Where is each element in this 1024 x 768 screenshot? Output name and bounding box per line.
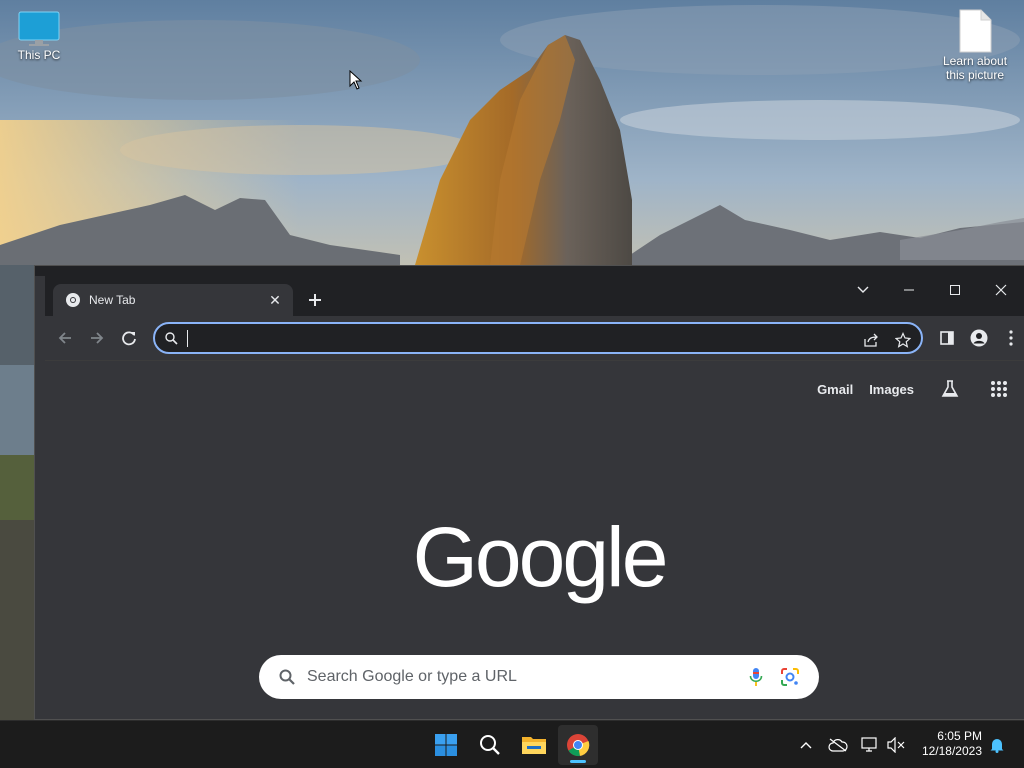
close-tab-icon[interactable]: ✕ <box>267 292 283 309</box>
network-tray-button[interactable] <box>858 733 882 757</box>
tab-strip: New Tab ✕ <box>45 276 1024 316</box>
start-button[interactable] <box>426 725 466 765</box>
maximize-button[interactable] <box>932 276 978 304</box>
google-logo: Google <box>412 510 669 604</box>
chrome-icon <box>567 734 590 757</box>
side-panel-button[interactable] <box>933 324 961 352</box>
back-button[interactable] <box>51 324 79 352</box>
google-lens-icon <box>781 668 799 686</box>
address-input[interactable] <box>187 326 827 350</box>
bell-icon <box>990 739 1004 753</box>
close-icon <box>995 284 1007 296</box>
chrome-window: New Tab ✕ Gmail Images Google Search Goo… <box>34 265 1024 720</box>
document-icon <box>959 9 992 53</box>
images-link[interactable]: Images <box>869 382 914 397</box>
volume-muted-icon <box>887 737 905 753</box>
share-icon <box>864 333 878 347</box>
maximize-icon <box>950 285 960 295</box>
lens-search-button[interactable] <box>781 668 799 686</box>
reload-icon <box>122 331 136 346</box>
chrome-icon <box>66 293 80 307</box>
chrome-taskbar-button[interactable] <box>558 725 598 765</box>
ntp-search-box[interactable]: Search Google or type a URL <box>259 655 819 699</box>
profile-button[interactable] <box>965 324 993 352</box>
notifications-button[interactable] <box>985 733 1009 757</box>
arrow-right-icon <box>91 332 104 344</box>
plus-icon <box>309 294 321 306</box>
clock-date: 12/18/2023 <box>921 744 982 758</box>
clock-time: 6:05 PM <box>937 729 982 743</box>
search-placeholder: Search Google or type a URL <box>307 668 517 685</box>
arrow-left-icon <box>58 332 71 344</box>
minimize-icon <box>904 289 914 291</box>
cloud-offline-icon <box>828 738 848 752</box>
tab-new-tab[interactable]: New Tab ✕ <box>53 284 293 316</box>
search-icon <box>165 332 178 345</box>
menu-button[interactable] <box>997 324 1024 352</box>
desktop-icon-label: This PC <box>17 48 61 62</box>
gmail-link[interactable]: Gmail <box>817 382 853 397</box>
search-icon <box>279 669 295 685</box>
avatar-icon <box>970 329 988 347</box>
apps-grid-icon <box>991 381 1007 397</box>
bookmark-button[interactable] <box>891 328 915 352</box>
desktop-icon-this-pc[interactable]: This PC <box>10 10 68 62</box>
taskbar: 6:05 PM 12/18/2023 <box>0 720 1024 768</box>
microphone-icon <box>749 668 763 686</box>
taskbar-search-button[interactable] <box>470 725 510 765</box>
labs-button[interactable] <box>940 379 960 399</box>
new-tab-page: Gmail Images Google Search Google or typ… <box>45 361 1024 719</box>
share-button[interactable] <box>859 328 883 352</box>
search-icon <box>480 735 500 755</box>
window-frame <box>35 266 1024 276</box>
monitor-icon <box>18 11 60 46</box>
tab-title: New Tab <box>89 293 136 307</box>
chevron-down-icon <box>857 286 869 293</box>
reload-button[interactable] <box>115 324 143 352</box>
ntp-top-links: Gmail Images <box>817 379 1024 399</box>
network-icon <box>861 737 877 752</box>
voice-search-button[interactable] <box>749 667 763 687</box>
desktop-icon-learn-about-picture[interactable]: Learn about this picture <box>940 8 1010 82</box>
tab-search-button[interactable] <box>840 276 886 304</box>
onedrive-tray-button[interactable] <box>826 733 850 757</box>
mouse-cursor-icon <box>349 70 363 90</box>
close-window-button[interactable] <box>978 276 1024 304</box>
show-hidden-icons-button[interactable] <box>794 733 818 757</box>
file-explorer-icon <box>522 737 546 754</box>
desktop-icon-label: Learn about this picture <box>942 54 1008 82</box>
volume-tray-button[interactable] <box>884 733 908 757</box>
window-controls <box>840 276 1024 308</box>
browser-toolbar <box>45 316 1024 361</box>
minimize-button[interactable] <box>886 276 932 304</box>
kebab-menu-icon <box>1009 330 1013 346</box>
file-explorer-button[interactable] <box>514 725 554 765</box>
address-bar[interactable] <box>153 322 923 354</box>
side-panel-icon <box>940 331 954 345</box>
start-icon <box>435 734 457 756</box>
google-apps-button[interactable] <box>990 380 1008 398</box>
flask-icon <box>941 380 959 397</box>
active-app-indicator <box>570 760 586 763</box>
system-clock[interactable]: 6:05 PM 12/18/2023 <box>922 729 982 759</box>
forward-button[interactable] <box>83 324 111 352</box>
chevron-up-icon <box>800 742 812 749</box>
new-tab-button[interactable] <box>303 288 327 312</box>
star-icon <box>895 332 911 348</box>
